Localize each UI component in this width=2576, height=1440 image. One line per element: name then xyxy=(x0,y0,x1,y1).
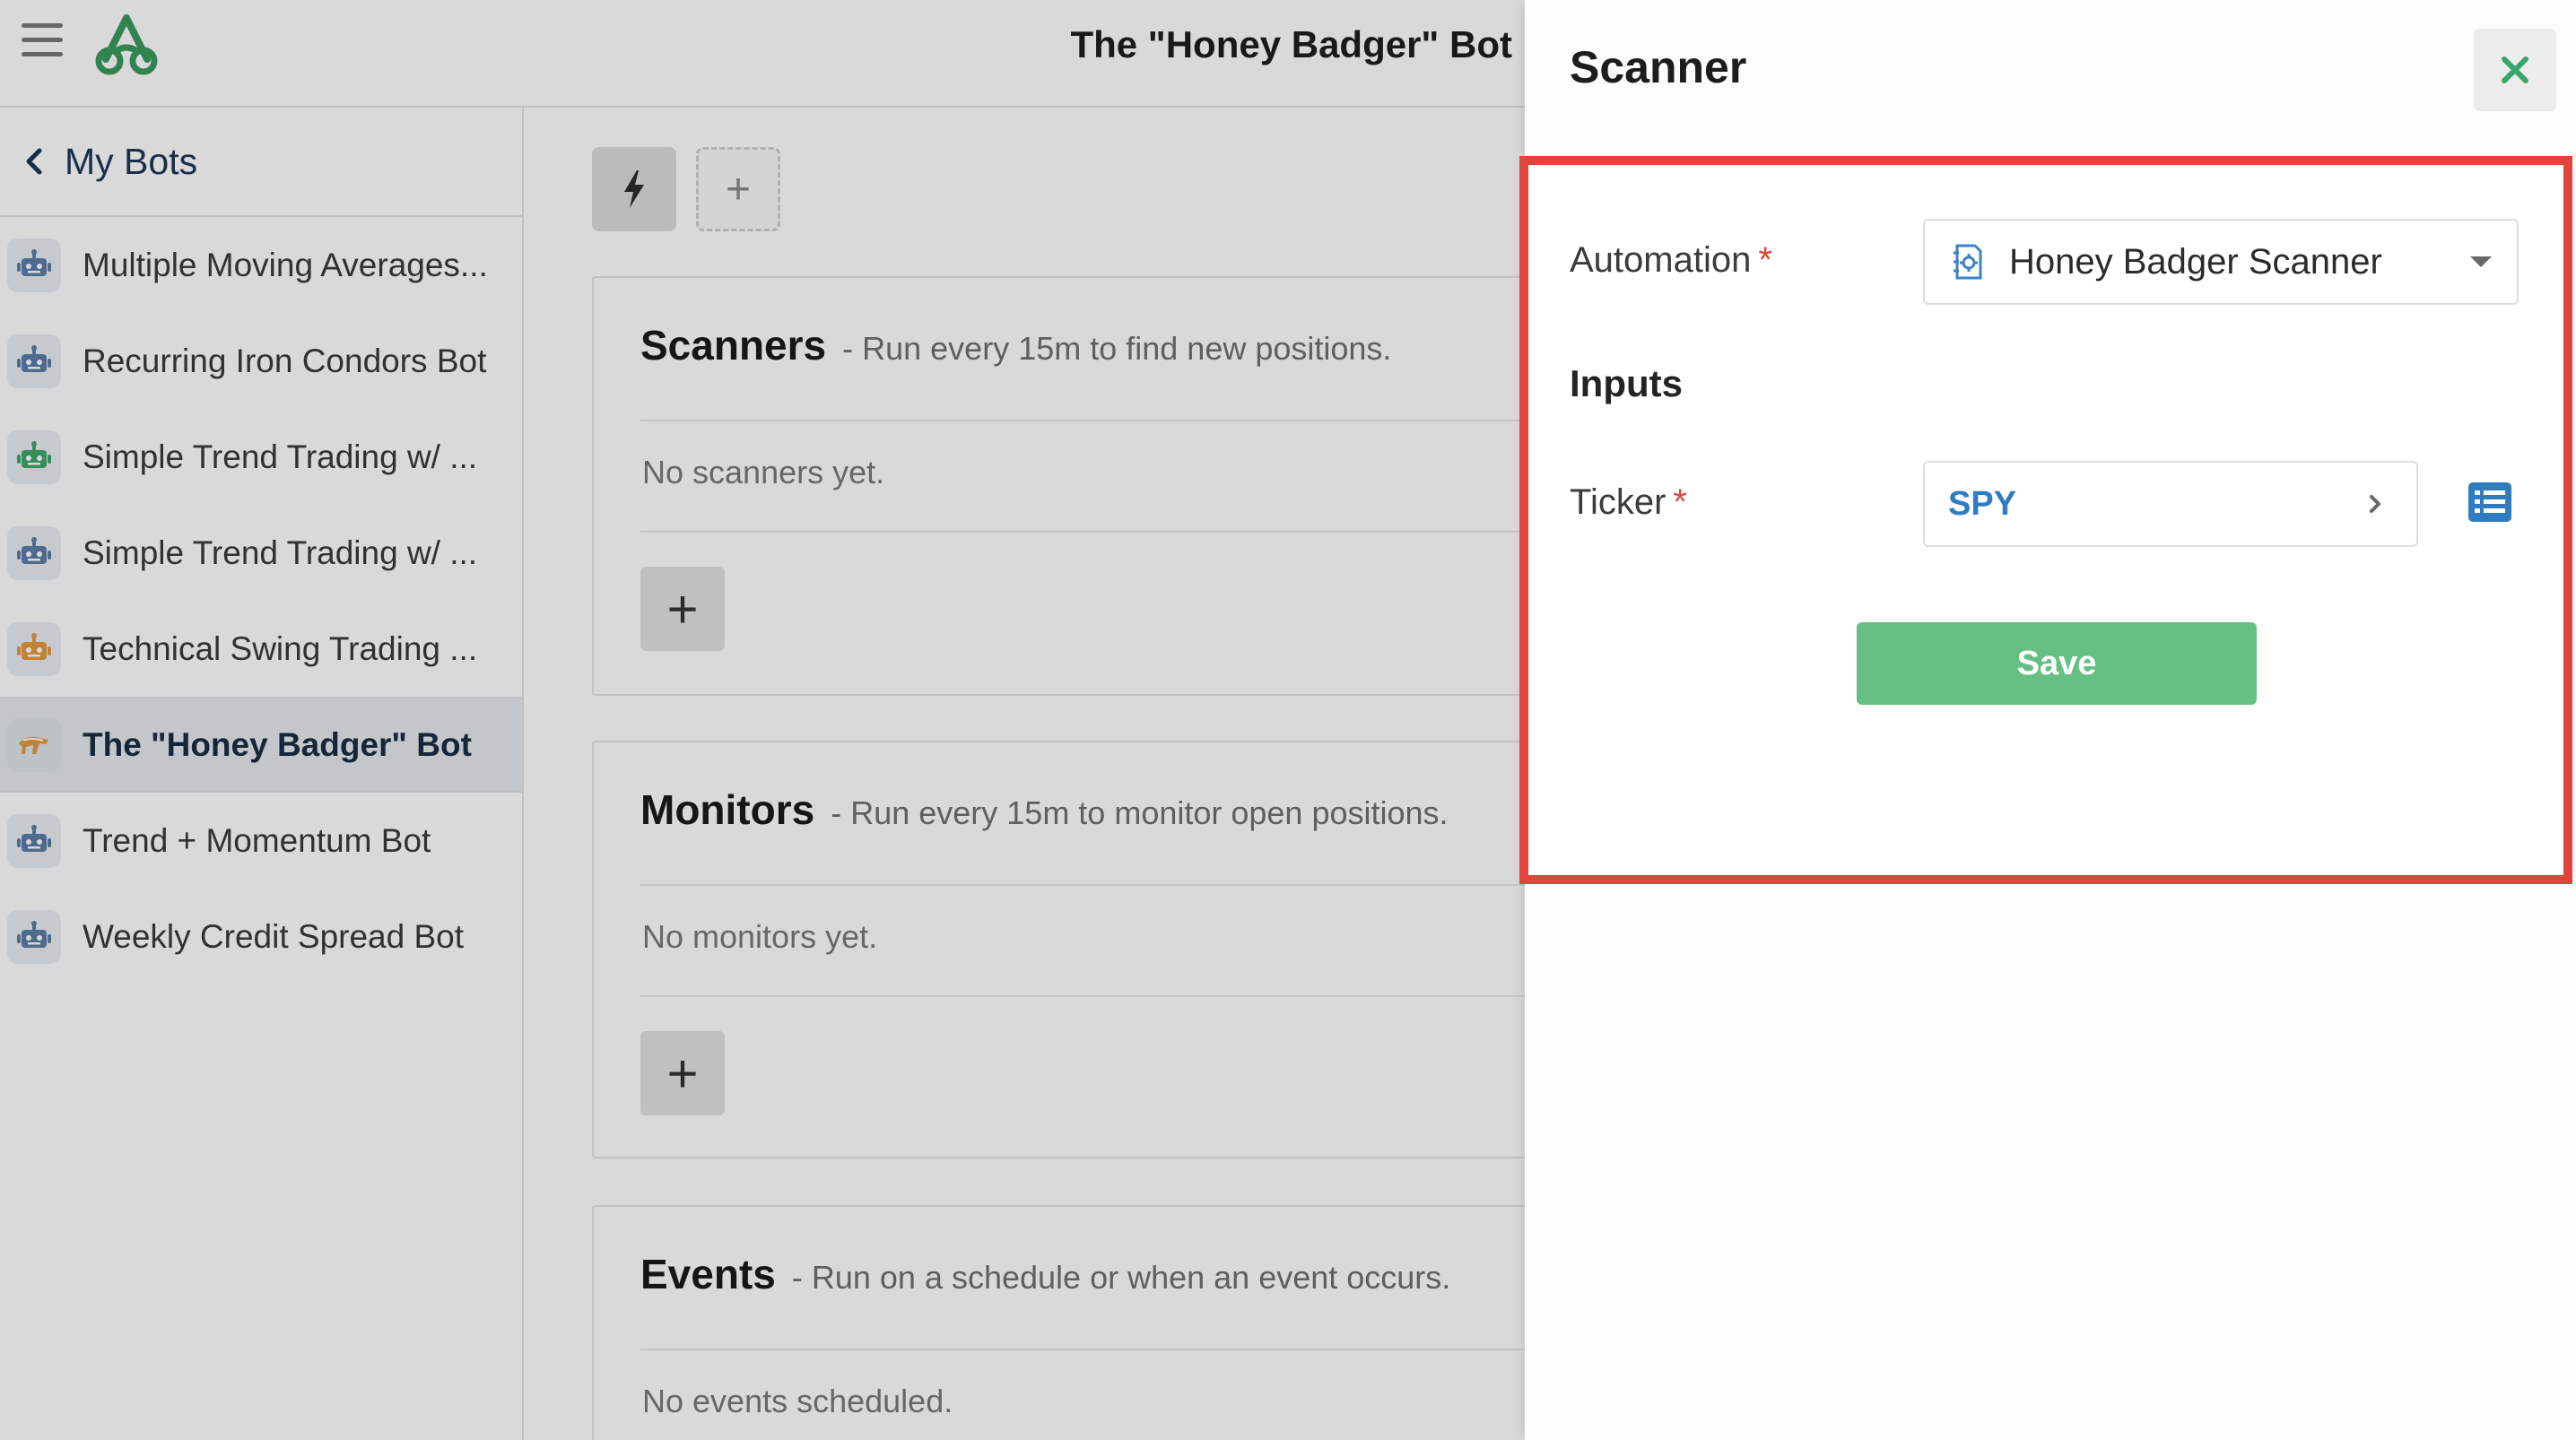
drawer-title: Scanner xyxy=(1570,42,1747,92)
chevron-down-icon xyxy=(2470,256,2492,267)
scanner-drawer: Scanner Automation * Honey Badger Scanner xyxy=(1519,0,2576,1440)
robot-icon xyxy=(7,525,61,580)
robot-icon xyxy=(7,334,61,388)
back-label: My Bots xyxy=(65,140,198,182)
lightning-bolt-icon xyxy=(624,170,644,208)
add-tab-button[interactable]: + xyxy=(696,147,780,231)
required-marker: * xyxy=(1673,482,1687,522)
sidebar-bot-item[interactable]: Multiple Moving Averages... xyxy=(0,217,522,313)
sidebar-bot-item[interactable]: The "Honey Badger" Bot xyxy=(0,697,522,793)
sidebar-bot-label: Simple Trend Trading w/ ... xyxy=(83,438,478,475)
sidebar-bot-label: The "Honey Badger" Bot xyxy=(83,725,472,763)
scanners-empty-text: No scanners yet. xyxy=(642,454,885,490)
events-title: Events xyxy=(640,1251,776,1297)
highlighted-form-region: Automation * Honey Badger Scanner Inputs … xyxy=(1519,156,2572,884)
scanners-title: Scanners xyxy=(640,322,827,369)
close-button[interactable] xyxy=(2474,29,2556,111)
hamburger-menu-icon[interactable] xyxy=(22,23,63,65)
divider xyxy=(640,420,1577,421)
sidebar-bot-label: Weekly Credit Spread Bot xyxy=(83,917,465,955)
divider xyxy=(640,1349,1577,1350)
robot-icon xyxy=(7,621,61,676)
scanners-description: - Run every 15m to find new positions. xyxy=(842,330,1392,367)
sidebar-bot-label: Recurring Iron Condors Bot xyxy=(83,342,487,379)
list-icon[interactable] xyxy=(2467,481,2513,524)
add-scanner-button[interactable]: + xyxy=(640,567,725,651)
sidebar-bot-item[interactable]: Recurring Iron Condors Bot xyxy=(0,313,522,409)
ticker-label: Ticker * xyxy=(1570,482,1687,522)
divider xyxy=(640,531,1577,533)
app-logo-icon[interactable] xyxy=(93,13,160,75)
required-marker: * xyxy=(1758,240,1772,280)
chevron-left-icon xyxy=(26,148,42,175)
close-icon xyxy=(2502,56,2528,83)
save-button[interactable]: Save xyxy=(1857,622,2257,705)
sidebar-bot-label: Technical Swing Trading ... xyxy=(83,629,478,667)
main-content: + Scanners - Run every 15m to find new po… xyxy=(526,108,1579,1440)
monitors-section: Monitors - Run every 15m to monitor open … xyxy=(592,741,1579,1158)
sidebar: My Bots Multiple Moving Averages... Recur… xyxy=(0,108,524,1440)
add-monitor-button[interactable]: + xyxy=(640,1031,725,1115)
scanners-section: Scanners - Run every 15m to find new posi… xyxy=(592,276,1579,696)
sidebar-bot-item[interactable]: Simple Trend Trading w/ ... xyxy=(0,505,522,601)
monitors-empty-text: No monitors yet. xyxy=(642,918,878,955)
monitors-description: - Run every 15m to monitor open position… xyxy=(831,794,1449,831)
inputs-heading: Inputs xyxy=(1570,362,1683,404)
bot-list: Multiple Moving Averages... Recurring Iro… xyxy=(0,217,522,985)
script-gear-icon xyxy=(1954,244,1982,280)
honey-badger-icon xyxy=(7,717,61,772)
monitors-title: Monitors xyxy=(640,786,815,833)
lightning-bolt-button[interactable] xyxy=(592,147,676,231)
sidebar-bot-item[interactable]: Simple Trend Trading w/ ... xyxy=(0,409,522,505)
back-to-my-bots[interactable]: My Bots xyxy=(0,108,522,217)
page-title: The "Honey Badger" Bot xyxy=(1070,23,1512,65)
sidebar-bot-label: Trend + Momentum Bot xyxy=(83,821,431,859)
sidebar-bot-label: Multiple Moving Averages... xyxy=(83,246,488,283)
sidebar-bot-item[interactable]: Technical Swing Trading ... xyxy=(0,601,522,697)
events-description: - Run on a schedule or when an event occ… xyxy=(791,1259,1451,1296)
toolbar: + xyxy=(592,147,780,233)
events-empty-text: No events scheduled. xyxy=(642,1383,953,1419)
top-bar: The "Honey Badger" Bot xyxy=(0,0,1525,108)
chevron-right-icon xyxy=(2370,495,2380,513)
robot-icon xyxy=(7,238,61,292)
sidebar-bot-item[interactable]: Weekly Credit Spread Bot xyxy=(0,889,522,985)
robot-icon xyxy=(7,429,61,484)
divider xyxy=(640,995,1577,997)
automation-label: Automation * xyxy=(1570,240,1772,280)
divider xyxy=(640,884,1577,886)
ticker-input[interactable]: SPY xyxy=(1923,461,2418,547)
automation-value: Honey Badger Scanner xyxy=(2009,241,2382,282)
robot-icon xyxy=(7,909,61,964)
sidebar-bot-item[interactable]: Trend + Momentum Bot xyxy=(0,793,522,889)
automation-select[interactable]: Honey Badger Scanner xyxy=(1923,219,2519,305)
events-section: Events - Run on a schedule or when an eve… xyxy=(592,1205,1579,1440)
ticker-value: SPY xyxy=(1948,484,2017,523)
robot-icon xyxy=(7,813,61,868)
sidebar-bot-label: Simple Trend Trading w/ ... xyxy=(83,533,478,571)
